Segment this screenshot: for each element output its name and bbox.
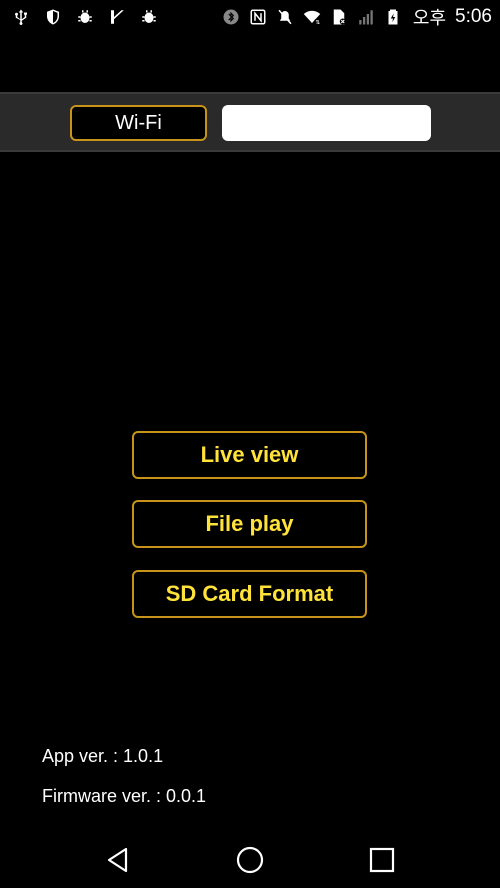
status-bar-right: ⇅ 오후 5:06 (222, 4, 500, 30)
signal-icon (357, 8, 375, 26)
wifi-bar: Wi-Fi (0, 92, 500, 152)
status-bar-left (0, 8, 158, 26)
file-play-button[interactable]: File play (132, 500, 367, 548)
back-icon[interactable] (102, 844, 134, 876)
sd-card-format-button[interactable]: SD Card Format (132, 570, 367, 618)
bug-icon (140, 8, 158, 26)
status-clock: 5:06 (455, 6, 492, 27)
data-off-icon (330, 8, 348, 26)
mute-icon (276, 8, 294, 26)
usb-icon (12, 8, 30, 26)
firmware-version-text: Firmware ver. : 0.0.1 (42, 786, 207, 806)
wifi-icon: ⇅ (303, 8, 321, 26)
check-icon (108, 8, 126, 26)
bug-icon (76, 8, 94, 26)
battery-icon (384, 8, 402, 26)
navigation-bar (0, 832, 500, 888)
wifi-ssid-field[interactable] (222, 105, 431, 141)
bluetooth-icon (222, 8, 240, 26)
nfc-icon (249, 8, 267, 26)
shield-icon (44, 8, 62, 26)
app-version-text: App ver. : 1.0.1 (42, 746, 164, 766)
recent-apps-icon[interactable] (366, 844, 398, 876)
status-ampm: 오후 (412, 8, 447, 28)
wifi-button[interactable]: Wi-Fi (70, 105, 207, 141)
status-bar: ⇅ 오후 5:06 (0, 0, 500, 34)
svg-text:⇅: ⇅ (315, 20, 319, 26)
home-icon[interactable] (234, 844, 266, 876)
live-view-button[interactable]: Live view (132, 431, 367, 479)
